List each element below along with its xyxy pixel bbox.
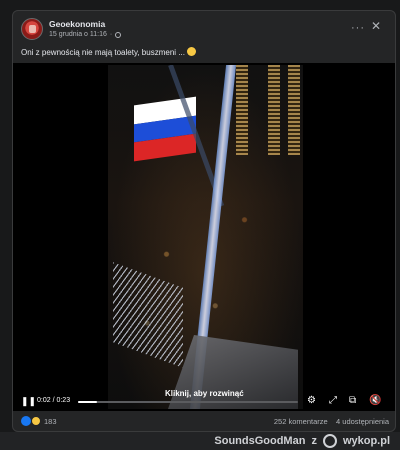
pip-icon[interactable]: ⧉ <box>349 395 356 406</box>
progress-bar[interactable] <box>78 401 298 403</box>
close-icon[interactable]: ✕ <box>371 19 381 33</box>
like-reaction-icon <box>21 416 31 426</box>
building-2 <box>268 65 280 155</box>
haha-reaction-icon <box>31 416 41 426</box>
more-icon[interactable]: ··· <box>351 22 365 34</box>
attribution-site[interactable]: wykop.pl <box>343 435 390 447</box>
thinking-emoji-icon <box>186 47 196 56</box>
attribution-bar: SoundsGoodMan z wykop.pl <box>0 432 400 450</box>
post-footer: 183 252 komentarze 4 udostępnienia <box>13 411 395 431</box>
dot-separator: · <box>109 31 113 38</box>
wykop-logo-icon <box>322 434 337 448</box>
avatar[interactable] <box>21 18 43 40</box>
video-player[interactable]: Kliknij, aby rozwinąć ❚❚ 0:02 / 0:23 ⚙ ⤢… <box>13 63 395 411</box>
fullscreen-icon[interactable]: ⤢ <box>329 395 337 406</box>
attribution: SoundsGoodMan z wykop.pl <box>214 434 390 448</box>
post-meta: 15 grudnia o 11:16 · <box>49 31 122 38</box>
attribution-user[interactable]: SoundsGoodMan <box>214 435 305 447</box>
post-card: Geoekonomia 15 grudnia o 11:16 · ··· ✕ O… <box>12 10 396 432</box>
progress-fill <box>78 401 98 403</box>
mute-icon[interactable]: 🔇 <box>369 395 381 406</box>
caption-text: Oni z pewnością nie mają toalety, buszme… <box>21 48 185 57</box>
time-display: 0:02 / 0:23 <box>37 397 71 404</box>
video-frame[interactable] <box>108 65 303 409</box>
author-name[interactable]: Geoekonomia <box>49 19 105 29</box>
reactions[interactable]: 183 <box>21 416 57 426</box>
pause-icon[interactable]: ❚❚ <box>21 396 36 407</box>
reaction-count: 183 <box>44 416 57 426</box>
post-caption: Oni z pewnością nie mają toalety, buszme… <box>21 47 196 57</box>
post-date[interactable]: 15 grudnia o 11:16 <box>49 31 107 38</box>
comments-link[interactable]: 252 komentarze <box>274 417 328 426</box>
globe-icon <box>115 31 122 38</box>
shares-link[interactable]: 4 udostępnienia <box>336 417 389 426</box>
attribution-connector: z <box>311 435 317 447</box>
building-1 <box>236 65 248 155</box>
post-header: Geoekonomia 15 grudnia o 11:16 · ··· ✕ <box>21 18 381 46</box>
settings-icon[interactable]: ⚙ <box>307 395 316 406</box>
video-controls: ❚❚ 0:02 / 0:23 ⚙ ⤢ ⧉ 🔇 <box>13 393 395 411</box>
building-3 <box>288 65 300 155</box>
post-stats: 252 komentarze 4 udostępnienia <box>274 417 389 426</box>
